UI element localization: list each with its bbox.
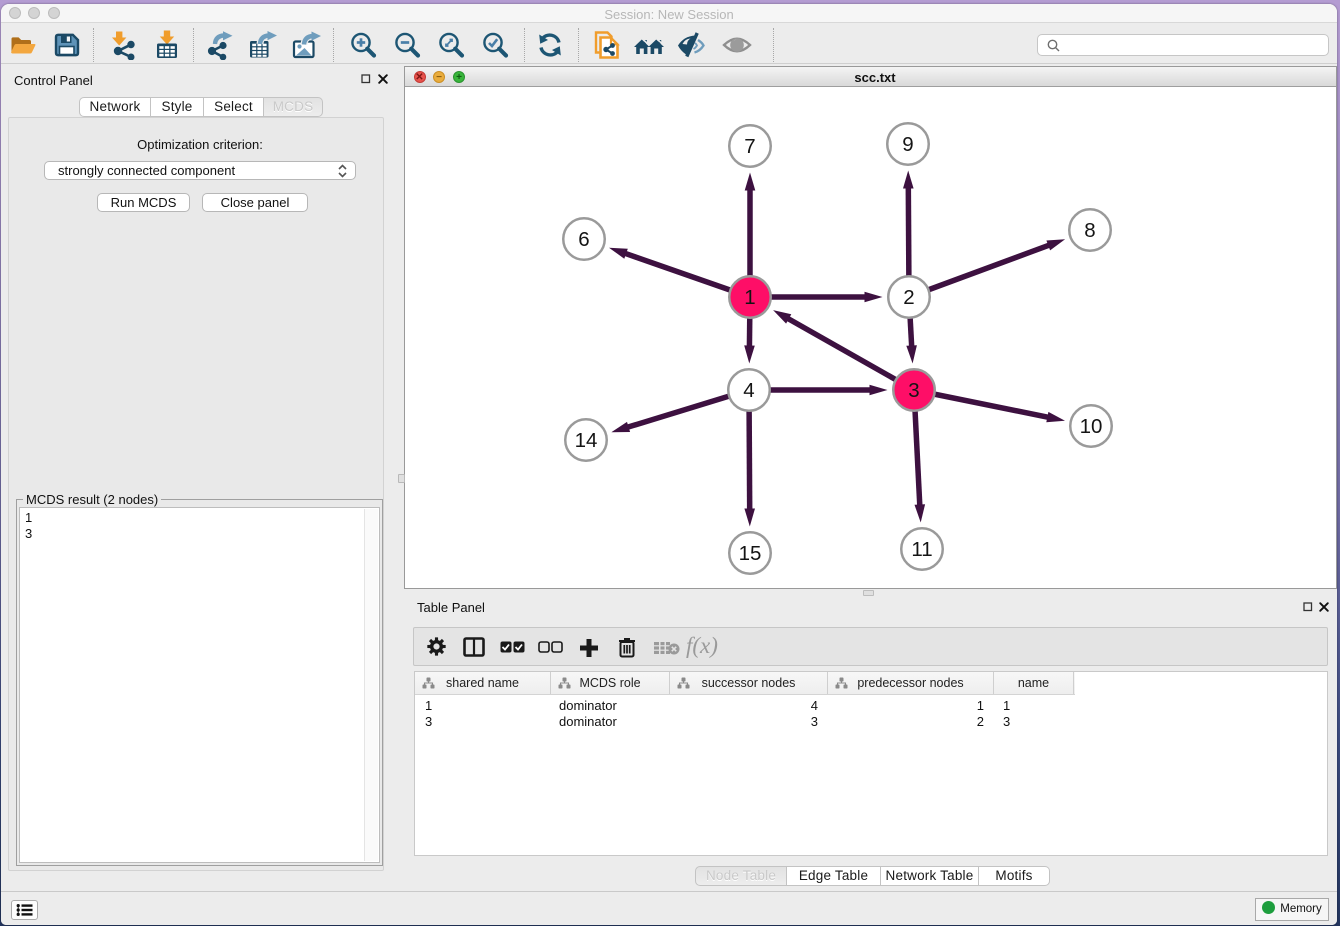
svg-text:7: 7 xyxy=(744,135,755,158)
svg-text:14: 14 xyxy=(575,429,598,452)
svg-text:11: 11 xyxy=(911,538,932,561)
svg-text:15: 15 xyxy=(739,542,762,565)
svg-text:1: 1 xyxy=(744,286,755,309)
svg-text:3: 3 xyxy=(908,379,919,402)
svg-text:6: 6 xyxy=(578,228,589,251)
svg-text:4: 4 xyxy=(743,379,754,402)
svg-text:10: 10 xyxy=(1080,415,1103,438)
svg-text:9: 9 xyxy=(902,133,913,156)
svg-text:8: 8 xyxy=(1084,219,1095,242)
svg-text:2: 2 xyxy=(903,286,914,309)
